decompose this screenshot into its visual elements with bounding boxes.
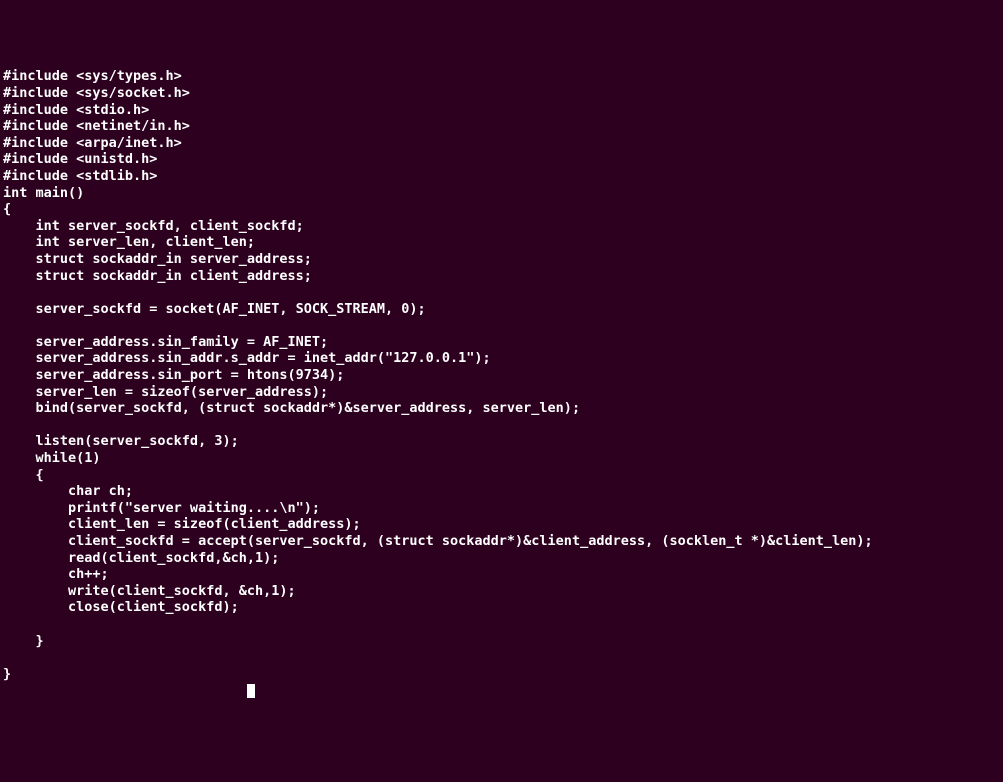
code-line: server_address.sin_addr.s_addr = inet_ad… (3, 350, 1000, 367)
code-line (3, 417, 1000, 434)
code-line: server_len = sizeof(server_address); (3, 384, 1000, 401)
cursor-line (3, 682, 1000, 699)
code-line (3, 317, 1000, 334)
code-line (3, 649, 1000, 666)
code-line: } (3, 666, 1000, 683)
code-line: #include <sys/socket.h> (3, 85, 1000, 102)
code-line: read(client_sockfd,&ch,1); (3, 550, 1000, 567)
code-line: server_address.sin_port = htons(9734); (3, 367, 1000, 384)
code-line: #include <unistd.h> (3, 151, 1000, 168)
code-line: server_sockfd = socket(AF_INET, SOCK_STR… (3, 301, 1000, 318)
code-line: client_sockfd = accept(server_sockfd, (s… (3, 533, 1000, 550)
code-line: int main() (3, 185, 1000, 202)
code-line: listen(server_sockfd, 3); (3, 433, 1000, 450)
code-line: struct sockaddr_in server_address; (3, 251, 1000, 268)
code-line: int server_len, client_len; (3, 234, 1000, 251)
code-line: write(client_sockfd, &ch,1); (3, 583, 1000, 600)
code-line: { (3, 467, 1000, 484)
code-line: printf("server waiting....\n"); (3, 500, 1000, 517)
code-line: } (3, 633, 1000, 650)
code-line: while(1) (3, 450, 1000, 467)
code-line: #include <netinet/in.h> (3, 118, 1000, 135)
text-cursor (247, 684, 255, 698)
code-line: client_len = sizeof(client_address); (3, 516, 1000, 533)
code-line: close(client_sockfd); (3, 599, 1000, 616)
code-line: char ch; (3, 483, 1000, 500)
code-line: #include <stdio.h> (3, 102, 1000, 119)
code-line: server_address.sin_family = AF_INET; (3, 334, 1000, 351)
code-line: int server_sockfd, client_sockfd; (3, 218, 1000, 235)
code-line: #include <sys/types.h> (3, 68, 1000, 85)
code-line: bind(server_sockfd, (struct sockaddr*)&s… (3, 400, 1000, 417)
code-line: ch++; (3, 566, 1000, 583)
code-line: { (3, 201, 1000, 218)
code-line: struct sockaddr_in client_address; (3, 268, 1000, 285)
code-line: #include <stdlib.h> (3, 168, 1000, 185)
code-line (3, 616, 1000, 633)
code-editor[interactable]: #include <sys/types.h>#include <sys/sock… (3, 68, 1000, 699)
code-line (3, 284, 1000, 301)
code-line: #include <arpa/inet.h> (3, 135, 1000, 152)
